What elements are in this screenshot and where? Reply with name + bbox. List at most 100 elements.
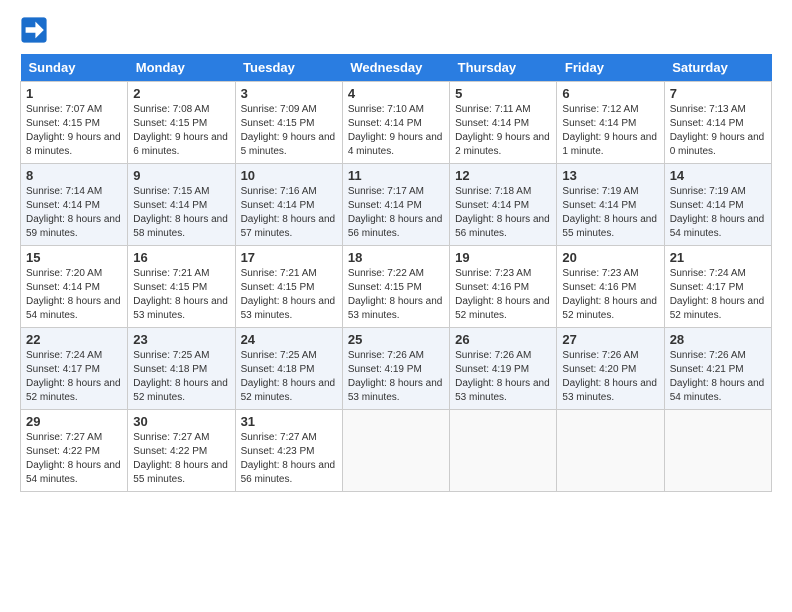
day-number: 29: [26, 414, 122, 429]
day-number: 14: [670, 168, 766, 183]
day-number: 10: [241, 168, 337, 183]
week-row-4: 22 Sunrise: 7:24 AMSunset: 4:17 PMDayligh…: [21, 328, 772, 410]
calendar-cell: 27 Sunrise: 7:26 AMSunset: 4:20 PMDayligh…: [557, 328, 664, 410]
day-info: Sunrise: 7:11 AMSunset: 4:14 PMDaylight:…: [455, 103, 551, 159]
day-number: 13: [562, 168, 658, 183]
day-info: Sunrise: 7:23 AMSunset: 4:16 PMDaylight:…: [455, 267, 551, 323]
day-info: Sunrise: 7:10 AMSunset: 4:14 PMDaylight:…: [348, 103, 444, 159]
week-row-3: 15 Sunrise: 7:20 AMSunset: 4:14 PMDayligh…: [21, 246, 772, 328]
calendar-cell: 6 Sunrise: 7:12 AMSunset: 4:14 PMDaylight…: [557, 82, 664, 164]
calendar-cell: 1 Sunrise: 7:07 AMSunset: 4:15 PMDaylight…: [21, 82, 128, 164]
calendar-cell: 2 Sunrise: 7:08 AMSunset: 4:15 PMDaylight…: [128, 82, 235, 164]
calendar-cell: 28Sunrise: 7:26 AMSunset: 4:21 PMDayligh…: [664, 328, 771, 410]
day-number: 27: [562, 332, 658, 347]
day-info: Sunrise: 7:20 AMSunset: 4:14 PMDaylight:…: [26, 267, 122, 323]
day-number: 5: [455, 86, 551, 101]
day-number: 30: [133, 414, 229, 429]
day-info: Sunrise: 7:14 AMSunset: 4:14 PMDaylight:…: [26, 185, 122, 241]
calendar-cell: 29 Sunrise: 7:27 AMSunset: 4:22 PMDayligh…: [21, 410, 128, 492]
day-info: Sunrise: 7:19 AMSunset: 4:14 PMDaylight:…: [562, 185, 658, 241]
day-info: Sunrise: 7:09 AMSunset: 4:15 PMDaylight:…: [241, 103, 337, 159]
day-info: Sunrise: 7:17 AMSunset: 4:14 PMDaylight:…: [348, 185, 444, 241]
header-friday: Friday: [557, 54, 664, 82]
day-number: 16: [133, 250, 229, 265]
day-number: 12: [455, 168, 551, 183]
calendar-cell: 4 Sunrise: 7:10 AMSunset: 4:14 PMDaylight…: [342, 82, 449, 164]
day-number: 21: [670, 250, 766, 265]
day-info: Sunrise: 7:08 AMSunset: 4:15 PMDaylight:…: [133, 103, 229, 159]
calendar-cell: [664, 410, 771, 492]
day-number: 3: [241, 86, 337, 101]
day-number: 15: [26, 250, 122, 265]
header-wednesday: Wednesday: [342, 54, 449, 82]
calendar-cell: 8Sunrise: 7:14 AMSunset: 4:14 PMDaylight…: [21, 164, 128, 246]
calendar-cell: 13 Sunrise: 7:19 AMSunset: 4:14 PMDayligh…: [557, 164, 664, 246]
calendar-cell: 9 Sunrise: 7:15 AMSunset: 4:14 PMDaylight…: [128, 164, 235, 246]
calendar-cell: [342, 410, 449, 492]
day-info: Sunrise: 7:07 AMSunset: 4:15 PMDaylight:…: [26, 103, 122, 159]
calendar-cell: 11 Sunrise: 7:17 AMSunset: 4:14 PMDayligh…: [342, 164, 449, 246]
calendar-cell: 25Sunrise: 7:26 AMSunset: 4:19 PMDayligh…: [342, 328, 449, 410]
header-monday: Monday: [128, 54, 235, 82]
day-info: Sunrise: 7:27 AMSunset: 4:22 PMDaylight:…: [26, 431, 122, 487]
header-sunday: Sunday: [21, 54, 128, 82]
header: [20, 16, 772, 44]
day-number: 11: [348, 168, 444, 183]
day-info: Sunrise: 7:12 AMSunset: 4:14 PMDaylight:…: [562, 103, 658, 159]
day-number: 22: [26, 332, 122, 347]
calendar-cell: 31 Sunrise: 7:27 AMSunset: 4:23 PMDayligh…: [235, 410, 342, 492]
day-info: Sunrise: 7:26 AMSunset: 4:19 PMDaylight:…: [455, 349, 551, 405]
day-number: 18: [348, 250, 444, 265]
calendar-cell: 16 Sunrise: 7:21 AMSunset: 4:15 PMDayligh…: [128, 246, 235, 328]
day-info: Sunrise: 7:25 AMSunset: 4:18 PMDaylight:…: [241, 349, 337, 405]
calendar-table: SundayMondayTuesdayWednesdayThursdayFrid…: [20, 54, 772, 492]
day-number: 23: [133, 332, 229, 347]
day-info: Sunrise: 7:22 AMSunset: 4:15 PMDaylight:…: [348, 267, 444, 323]
calendar-cell: 5 Sunrise: 7:11 AMSunset: 4:14 PMDaylight…: [450, 82, 557, 164]
day-info: Sunrise: 7:21 AMSunset: 4:15 PMDaylight:…: [133, 267, 229, 323]
day-number: 2: [133, 86, 229, 101]
day-info: Sunrise: 7:26 AMSunset: 4:19 PMDaylight:…: [348, 349, 444, 405]
calendar-cell: 20 Sunrise: 7:23 AMSunset: 4:16 PMDayligh…: [557, 246, 664, 328]
calendar-cell: [557, 410, 664, 492]
calendar-cell: 30Sunrise: 7:27 AMSunset: 4:22 PMDayligh…: [128, 410, 235, 492]
logo: [20, 16, 50, 44]
header-tuesday: Tuesday: [235, 54, 342, 82]
week-row-2: 8Sunrise: 7:14 AMSunset: 4:14 PMDaylight…: [21, 164, 772, 246]
day-number: 31: [241, 414, 337, 429]
calendar-cell: 17 Sunrise: 7:21 AMSunset: 4:15 PMDayligh…: [235, 246, 342, 328]
day-info: Sunrise: 7:24 AMSunset: 4:17 PMDaylight:…: [26, 349, 122, 405]
day-info: Sunrise: 7:27 AMSunset: 4:23 PMDaylight:…: [241, 431, 337, 487]
day-number: 4: [348, 86, 444, 101]
calendar-cell: 15 Sunrise: 7:20 AMSunset: 4:14 PMDayligh…: [21, 246, 128, 328]
day-info: Sunrise: 7:24 AMSunset: 4:17 PMDaylight:…: [670, 267, 766, 323]
day-info: Sunrise: 7:16 AMSunset: 4:14 PMDaylight:…: [241, 185, 337, 241]
day-number: 24: [241, 332, 337, 347]
day-info: Sunrise: 7:15 AMSunset: 4:14 PMDaylight:…: [133, 185, 229, 241]
calendar-cell: [450, 410, 557, 492]
calendar-cell: 3 Sunrise: 7:09 AMSunset: 4:15 PMDaylight…: [235, 82, 342, 164]
day-info: Sunrise: 7:18 AMSunset: 4:14 PMDaylight:…: [455, 185, 551, 241]
week-row-5: 29 Sunrise: 7:27 AMSunset: 4:22 PMDayligh…: [21, 410, 772, 492]
day-number: 6: [562, 86, 658, 101]
calendar-body: 1 Sunrise: 7:07 AMSunset: 4:15 PMDaylight…: [21, 82, 772, 492]
day-info: Sunrise: 7:21 AMSunset: 4:15 PMDaylight:…: [241, 267, 337, 323]
calendar-header-row: SundayMondayTuesdayWednesdayThursdayFrid…: [21, 54, 772, 82]
day-number: 7: [670, 86, 766, 101]
day-number: 26: [455, 332, 551, 347]
day-number: 9: [133, 168, 229, 183]
day-info: Sunrise: 7:26 AMSunset: 4:20 PMDaylight:…: [562, 349, 658, 405]
day-number: 1: [26, 86, 122, 101]
calendar-cell: 12 Sunrise: 7:18 AMSunset: 4:14 PMDayligh…: [450, 164, 557, 246]
header-saturday: Saturday: [664, 54, 771, 82]
day-info: Sunrise: 7:25 AMSunset: 4:18 PMDaylight:…: [133, 349, 229, 405]
calendar-cell: 14 Sunrise: 7:19 AMSunset: 4:14 PMDayligh…: [664, 164, 771, 246]
day-number: 20: [562, 250, 658, 265]
day-info: Sunrise: 7:19 AMSunset: 4:14 PMDaylight:…: [670, 185, 766, 241]
day-number: 17: [241, 250, 337, 265]
calendar-cell: 24 Sunrise: 7:25 AMSunset: 4:18 PMDayligh…: [235, 328, 342, 410]
day-info: Sunrise: 7:26 AMSunset: 4:21 PMDaylight:…: [670, 349, 766, 405]
day-info: Sunrise: 7:13 AMSunset: 4:14 PMDaylight:…: [670, 103, 766, 159]
calendar-cell: 10 Sunrise: 7:16 AMSunset: 4:14 PMDayligh…: [235, 164, 342, 246]
day-info: Sunrise: 7:23 AMSunset: 4:16 PMDaylight:…: [562, 267, 658, 323]
